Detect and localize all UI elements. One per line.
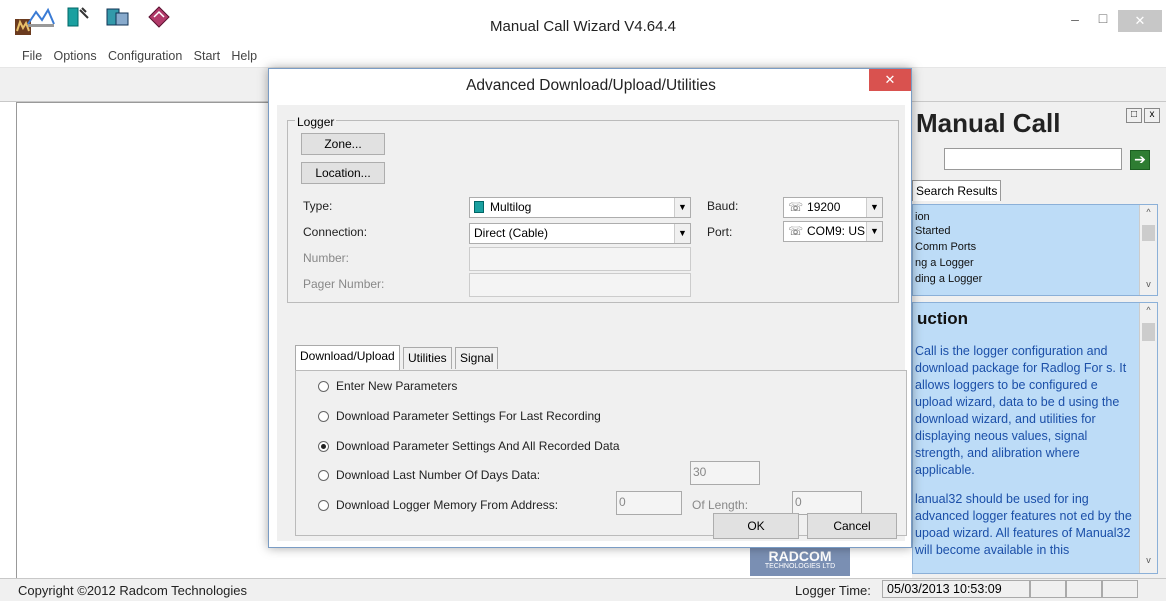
advanced-dialog: Advanced Download/Upload/Utilities ✕ Log… [268,68,912,548]
scroll-up-icon[interactable]: ^ [1140,305,1157,315]
cancel-button[interactable]: Cancel [807,513,897,539]
location-button[interactable]: Location... [301,162,385,184]
number-field[interactable] [469,247,691,271]
option-label: Download Last Number Of Days Data: [336,468,541,482]
list-item[interactable]: ng a Logger [915,255,1157,271]
search-input[interactable] [944,148,1122,170]
multilog-icon [474,201,484,213]
status-panel [1102,580,1138,598]
download-upload-panel: Enter New Parameters Download Parameter … [295,370,907,536]
tab-utilities[interactable]: Utilities [403,347,452,369]
connection-label: Connection: [303,225,368,239]
upload-wizard-icon[interactable] [26,4,55,30]
pane-restore-button[interactable]: □ [1126,108,1142,123]
window-title: Manual Call Wizard V4.64.4 [490,18,676,35]
pane-close-button[interactable]: x [1144,108,1160,123]
option-label: Download Parameter Settings And All Reco… [336,439,620,453]
baud-label: Baud: [707,199,739,213]
close-button[interactable]: ✕ [1118,10,1162,32]
help-paragraph: Call is the logger configuration and dow… [915,344,1127,477]
radio-enter-new-parameters[interactable] [318,381,329,392]
days-field[interactable]: 30 [690,461,760,485]
chevron-down-icon: ▼ [866,222,882,241]
type-label: Type: [303,199,333,213]
menu-options[interactable]: Options [50,46,101,66]
modem-icon: ☏ [788,224,804,238]
help-paragraph: lanual32 should be used for ing advanced… [915,492,1132,557]
menu-file[interactable]: File [18,46,46,66]
logger-time-value: 05/03/2013 10:53:09 [882,580,1030,598]
logger-group-label: Logger [295,115,337,129]
ok-button[interactable]: OK [713,513,799,539]
number-label: Number: [303,251,350,265]
configure-logger-icon[interactable] [104,4,130,30]
radio-download-last-recording[interactable] [318,411,329,422]
help-scrollbar[interactable]: ^ v [1139,303,1157,573]
logger-time-label: Logger Time: [795,583,871,598]
zone-button[interactable]: Zone... [301,133,385,155]
list-item[interactable]: ion [915,211,1157,223]
status-panel [1066,580,1102,598]
baud-select[interactable]: ☏ 19200 ▼ [783,197,883,218]
help-topics-list: ion Started Comm Ports ng a Logger ding … [912,204,1158,296]
chevron-down-icon: ▼ [866,198,882,217]
maximize-button[interactable]: □ [1090,10,1116,32]
radio-download-last-days[interactable] [318,470,329,481]
scroll-down-icon[interactable]: v [1140,555,1157,565]
option-label: Download Parameter Settings For Last Rec… [336,409,601,423]
length-field[interactable]: 0 [792,491,862,515]
chevron-down-icon: ▼ [674,198,690,217]
scroll-thumb[interactable] [1142,323,1155,341]
tab-signal[interactable]: Signal [455,347,499,369]
scroll-up-icon[interactable]: ^ [1140,207,1157,217]
help-book-icon[interactable] [146,4,172,30]
dialog-title: Advanced Download/Upload/Utilities [466,77,716,94]
radcom-logo: RADCOM TECHNOLOGIES LTD [750,548,850,576]
radio-download-all-data[interactable] [318,441,329,452]
dialog-close-button[interactable]: ✕ [869,69,911,91]
pane-title: Manual Call [916,108,1061,138]
copyright-text: Copyright ©2012 Radcom Technologies [18,583,248,598]
menu-bar: File Options Configuration Start Help [0,46,1166,68]
status-panel [1030,580,1066,598]
tab-search-results[interactable]: Search Results [912,180,1002,201]
menu-help[interactable]: Help [227,46,261,66]
menu-configuration[interactable]: Configuration [104,46,186,66]
pager-number-label: Pager Number: [303,277,385,291]
dialog-body: Logger Zone... Location... Type: Multilo… [277,105,907,541]
menu-start[interactable]: Start [190,46,224,66]
list-item[interactable]: Comm Ports [915,239,1157,255]
help-content-panel: uction Call is the logger configuration … [912,302,1158,574]
scroll-thumb[interactable] [1142,225,1155,241]
tab-download-upload[interactable]: Download/Upload [295,345,400,371]
pager-number-field[interactable] [469,273,691,297]
option-label: Enter New Parameters [336,379,458,393]
length-label: Of Length: [692,498,749,512]
modem-icon: ☏ [788,200,804,214]
port-select[interactable]: ☏ COM9: US ▼ [783,221,883,242]
list-scrollbar[interactable]: ^ v [1139,205,1157,295]
chevron-down-icon: ▼ [674,224,690,243]
download-wizard-icon[interactable] [64,4,90,30]
option-label: Download Logger Memory From Address: [336,498,559,512]
minimize-button[interactable]: – [1062,10,1088,32]
connection-select[interactable]: Direct (Cable) ▼ [469,223,691,244]
list-item[interactable]: ding a Logger [915,271,1157,287]
radio-download-memory[interactable] [318,500,329,511]
port-label: Port: [707,225,733,239]
scroll-down-icon[interactable]: v [1140,279,1157,289]
type-select[interactable]: Multilog ▼ [469,197,691,218]
search-go-icon[interactable]: ➔ [1130,150,1150,170]
list-item[interactable]: Started [915,223,1157,239]
address-field[interactable]: 0 [616,491,682,515]
help-heading: uction [917,309,968,328]
